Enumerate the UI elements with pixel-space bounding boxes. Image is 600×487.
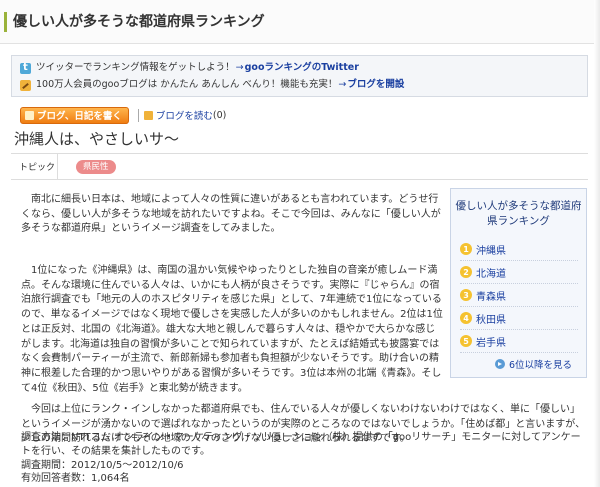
survey-period-line: 調査期間：2012/10/5〜2012/10/6 (21, 459, 184, 471)
blog-open-link[interactable]: ブログを開設 (347, 78, 404, 92)
survey-method-line: 調査方法：NTTコム オンライン・マーケティング・ソリューション（株）提供の「g… (21, 432, 581, 457)
rank-list: 1 沖縄県 2 北海道 3 青森県 4 秋田県 5 岩手県 (460, 238, 578, 353)
twitter-icon (20, 61, 31, 75)
survey-respondents-line: 有効回答者数：1,064名 (21, 473, 130, 485)
rank-badge: 4 (460, 312, 472, 324)
write-blog-button[interactable]: ブログ、日記を書く (20, 106, 129, 124)
blog-info-row: 100万人会員のgooブログは かんたん あんしん べんり！機能も充実！ → ブ… (20, 78, 404, 92)
rank-item[interactable]: 4 秋田県 (460, 307, 578, 330)
sidebar-title[interactable]: 優しい人が多そうな都道府県ランキング (451, 199, 586, 229)
twitter-arrow: → (235, 62, 244, 73)
twitter-info-row: ツイッターでランキング情報をゲットしよう！ → gooランキングのTwitter (20, 61, 359, 75)
rank-name[interactable]: 岩手県 (476, 334, 506, 349)
blog-arrow: → (338, 79, 347, 90)
ranking-sidebar: 優しい人が多そうな都道府県ランキング 1 沖縄県 2 北海道 3 青森県 4 秋… (450, 188, 587, 378)
blog-info-text: 100万人会員のgooブログは かんたん あんしん べんり！機能も充実！ (36, 79, 338, 90)
rank-badge: 1 (460, 243, 472, 255)
pen-icon (143, 110, 153, 120)
write-blog-label: ブログ、日記を書く (37, 111, 122, 122)
rank-name[interactable]: 沖縄県 (476, 242, 506, 257)
pencil-icon (20, 79, 31, 91)
topic-row: トピック 県民性 (11, 153, 588, 180)
rank-badge: 3 (460, 289, 472, 301)
blog-action-row: ブログ、日記を書く ブログを読む (0) (20, 106, 226, 124)
rank-item[interactable]: 1 沖縄県 (460, 238, 578, 261)
separator (137, 108, 139, 122)
page-title: 優しい人が多そうな都道府県ランキング (13, 14, 265, 30)
twitter-link[interactable]: gooランキングのTwitter (245, 61, 359, 75)
topic-label: トピック (11, 154, 58, 179)
rank-item[interactable]: 2 北海道 (460, 261, 578, 284)
read-blog-label[interactable]: ブログを読む (156, 108, 213, 122)
read-blog-count: (0) (212, 109, 227, 121)
rank-item[interactable]: 3 青森県 (460, 284, 578, 307)
twitter-info-text: ツイッターでランキング情報をゲットしよう！ (36, 62, 235, 73)
more-arrow-icon (494, 359, 505, 369)
rank-badge: 5 (460, 335, 472, 347)
rank-name[interactable]: 北海道 (476, 265, 506, 280)
rank-name[interactable]: 秋田県 (476, 311, 506, 326)
article-paragraph-2: 1位になった《沖縄県》は、南国の温かい気候やゆったりとした独自の音楽が癒しムード… (21, 265, 443, 394)
see-more-label[interactable]: 6位以降を見る (509, 357, 572, 371)
read-blog-link[interactable]: ブログを読む (0) (143, 108, 227, 122)
rank-item[interactable]: 5 岩手県 (460, 330, 578, 353)
article-title: 沖縄人は、やさしいサ〜 (14, 130, 180, 148)
article-paragraph-1: 南北に細長い日本は、地域によって人々の性質に違いがあるとも言われています。どうせ… (21, 194, 441, 235)
topic-tag[interactable]: 県民性 (76, 159, 116, 174)
rank-name[interactable]: 青森県 (476, 288, 506, 303)
title-accent-bar (4, 12, 7, 32)
rank-badge: 2 (460, 266, 472, 278)
page-header: 優しい人が多そうな都道府県ランキング (0, 0, 600, 44)
notepad-icon (25, 110, 34, 120)
survey-method: 調査方法：NTTコム オンライン・マーケティング・ソリューション（株）提供の「g… (21, 431, 586, 486)
see-more-link[interactable]: 6位以降を見る (494, 357, 572, 371)
page-edge-shadow (594, 0, 600, 487)
info-box: ツイッターでランキング情報をゲットしよう！ → gooランキングのTwitter… (11, 55, 588, 97)
